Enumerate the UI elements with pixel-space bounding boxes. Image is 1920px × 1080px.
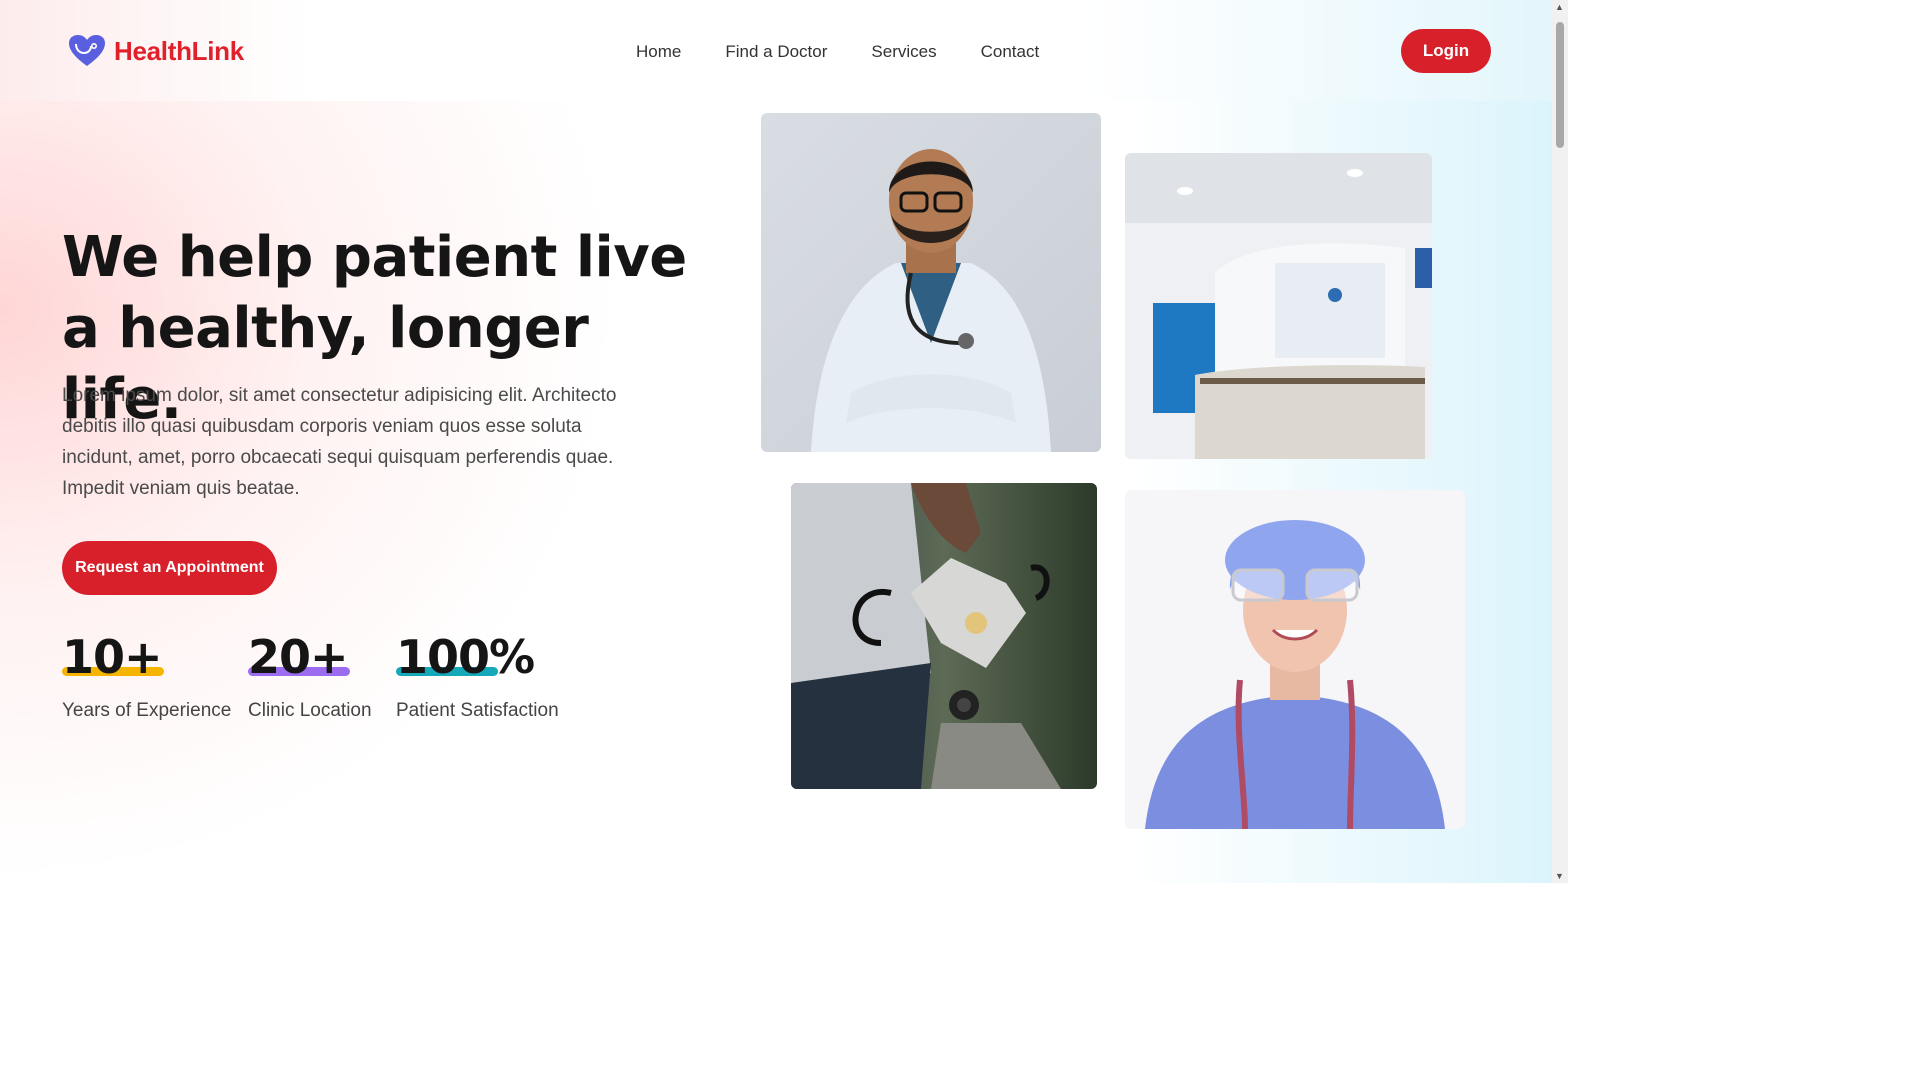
request-appointment-button[interactable]: Request an Appointment [62,541,277,595]
nav-home[interactable]: Home [636,42,681,62]
main-nav: Home Find a Doctor Services Contact [636,42,1039,62]
stat-value: 100% [396,630,535,684]
nav-contact[interactable]: Contact [981,42,1040,62]
nav-find-a-doctor[interactable]: Find a Doctor [725,42,827,62]
scroll-down-arrow-icon[interactable]: ▼ [1555,871,1564,881]
stat-patient-satisfaction: 100% Patient Satisfaction [396,630,559,722]
nav-services[interactable]: Services [871,42,936,62]
stat-clinic-location: 20+ Clinic Location [248,630,372,722]
page-scrollbar[interactable]: ▲ ▼ [1552,0,1568,883]
logo-text: HealthLink [114,35,244,66]
heart-stethoscope-icon [69,35,105,66]
logo[interactable]: HealthLink [68,34,244,68]
nurse-portrait-image [1125,490,1465,829]
stat-label: Patient Satisfaction [396,700,559,721]
scroll-thumb[interactable] [1556,22,1564,148]
stethoscope-mask-image [791,483,1097,789]
stat-years-experience: 10+ Years of Experience [62,630,231,722]
stat-value: 20+ [248,630,349,684]
hero-title-line-1: We help patient live [62,225,687,290]
doctor-portrait-image [761,113,1101,452]
scroll-up-arrow-icon[interactable]: ▲ [1555,2,1564,12]
stat-label: Clinic Location [248,700,372,721]
hero-description: Lorem ipsum dolor, sit amet consectetur … [62,385,617,499]
site-header: HealthLink Home Find a Doctor Services C… [0,0,1552,101]
clinic-reception-image [1125,153,1432,459]
login-button[interactable]: Login [1401,29,1491,73]
stat-value: 10+ [62,630,163,684]
stat-label: Years of Experience [62,700,232,721]
